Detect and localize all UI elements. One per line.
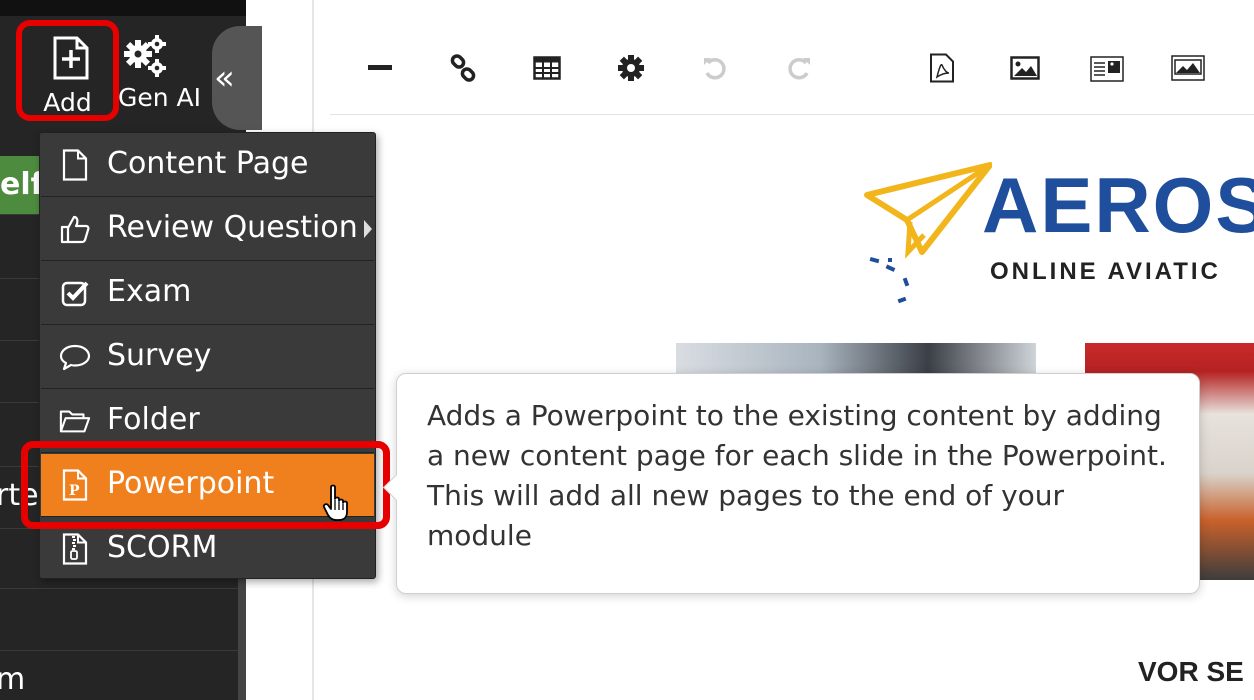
- menu-item-label: SCORM: [107, 530, 218, 565]
- menu-item-label: Exam: [107, 274, 192, 309]
- horizontal-rule-icon[interactable]: [362, 50, 398, 86]
- image-icon[interactable]: [1007, 50, 1043, 86]
- menu-item-survey[interactable]: Survey: [41, 326, 374, 389]
- logo-tagline: ONLINE AVIATIC: [990, 258, 1221, 285]
- sidebar-green-badge[interactable]: elf: [0, 156, 40, 214]
- menu-item-label: Review Question: [107, 210, 358, 245]
- sidebar-row-divider: [0, 650, 238, 651]
- menu-item-label: Content Page: [107, 146, 309, 181]
- gear-icon[interactable]: [613, 50, 649, 86]
- tooltip-text: Adds a Powerpoint to the existing conten…: [427, 399, 1167, 552]
- image-gallery-icon[interactable]: [1170, 50, 1206, 86]
- sidebar-green-badge-text: elf: [0, 167, 40, 202]
- thumbs-up-icon: [59, 212, 91, 246]
- gen-ai-label: Gen AI: [118, 83, 202, 112]
- collapse-sidebar-button[interactable]: «: [212, 26, 262, 130]
- hand-pointer-cursor-icon: [322, 484, 348, 521]
- gears-icon: [124, 34, 168, 84]
- logo-wordmark: AEROS: [982, 161, 1254, 249]
- checkbox-icon: [59, 276, 91, 310]
- aerosim-logo: AEROS ONLINE AVIATIC: [862, 150, 1254, 310]
- folder-open-icon: [59, 404, 91, 438]
- menu-item-label: Folder: [107, 402, 200, 437]
- pdf-file-icon[interactable]: [924, 50, 960, 86]
- gen-ai-button[interactable]: Gen AI: [118, 30, 202, 115]
- sidebar-topbar: [0, 0, 246, 16]
- content-heading-fragment: VOR SE: [1138, 656, 1244, 687]
- double-chevron-left-icon: «: [214, 58, 235, 98]
- redo-icon[interactable]: [781, 50, 817, 86]
- add-file-icon: [52, 36, 90, 84]
- add-button-label: Add: [43, 88, 92, 117]
- zip-file-icon: [59, 532, 91, 566]
- sidebar-row-divider: [0, 588, 238, 589]
- undo-icon[interactable]: [697, 50, 733, 86]
- editor-toolbar: [330, 18, 1254, 115]
- paper-plane-icon: [864, 162, 992, 304]
- menu-item-label: Survey: [107, 338, 212, 373]
- image-with-text-icon[interactable]: [1089, 50, 1125, 86]
- file-icon: [59, 148, 91, 182]
- link-icon[interactable]: [445, 50, 481, 86]
- menu-item-review-question[interactable]: Review Question: [41, 198, 374, 261]
- sidebar-item-fragment[interactable]: m: [0, 662, 25, 697]
- submenu-arrow-icon: [364, 220, 372, 238]
- powerpoint-tooltip: Adds a Powerpoint to the existing conten…: [383, 373, 1200, 594]
- table-icon[interactable]: [529, 50, 565, 86]
- menu-item-content-page[interactable]: Content Page: [41, 134, 374, 197]
- add-button[interactable]: Add: [16, 20, 119, 121]
- comment-icon: [59, 340, 91, 374]
- menu-item-exam[interactable]: Exam: [41, 262, 374, 325]
